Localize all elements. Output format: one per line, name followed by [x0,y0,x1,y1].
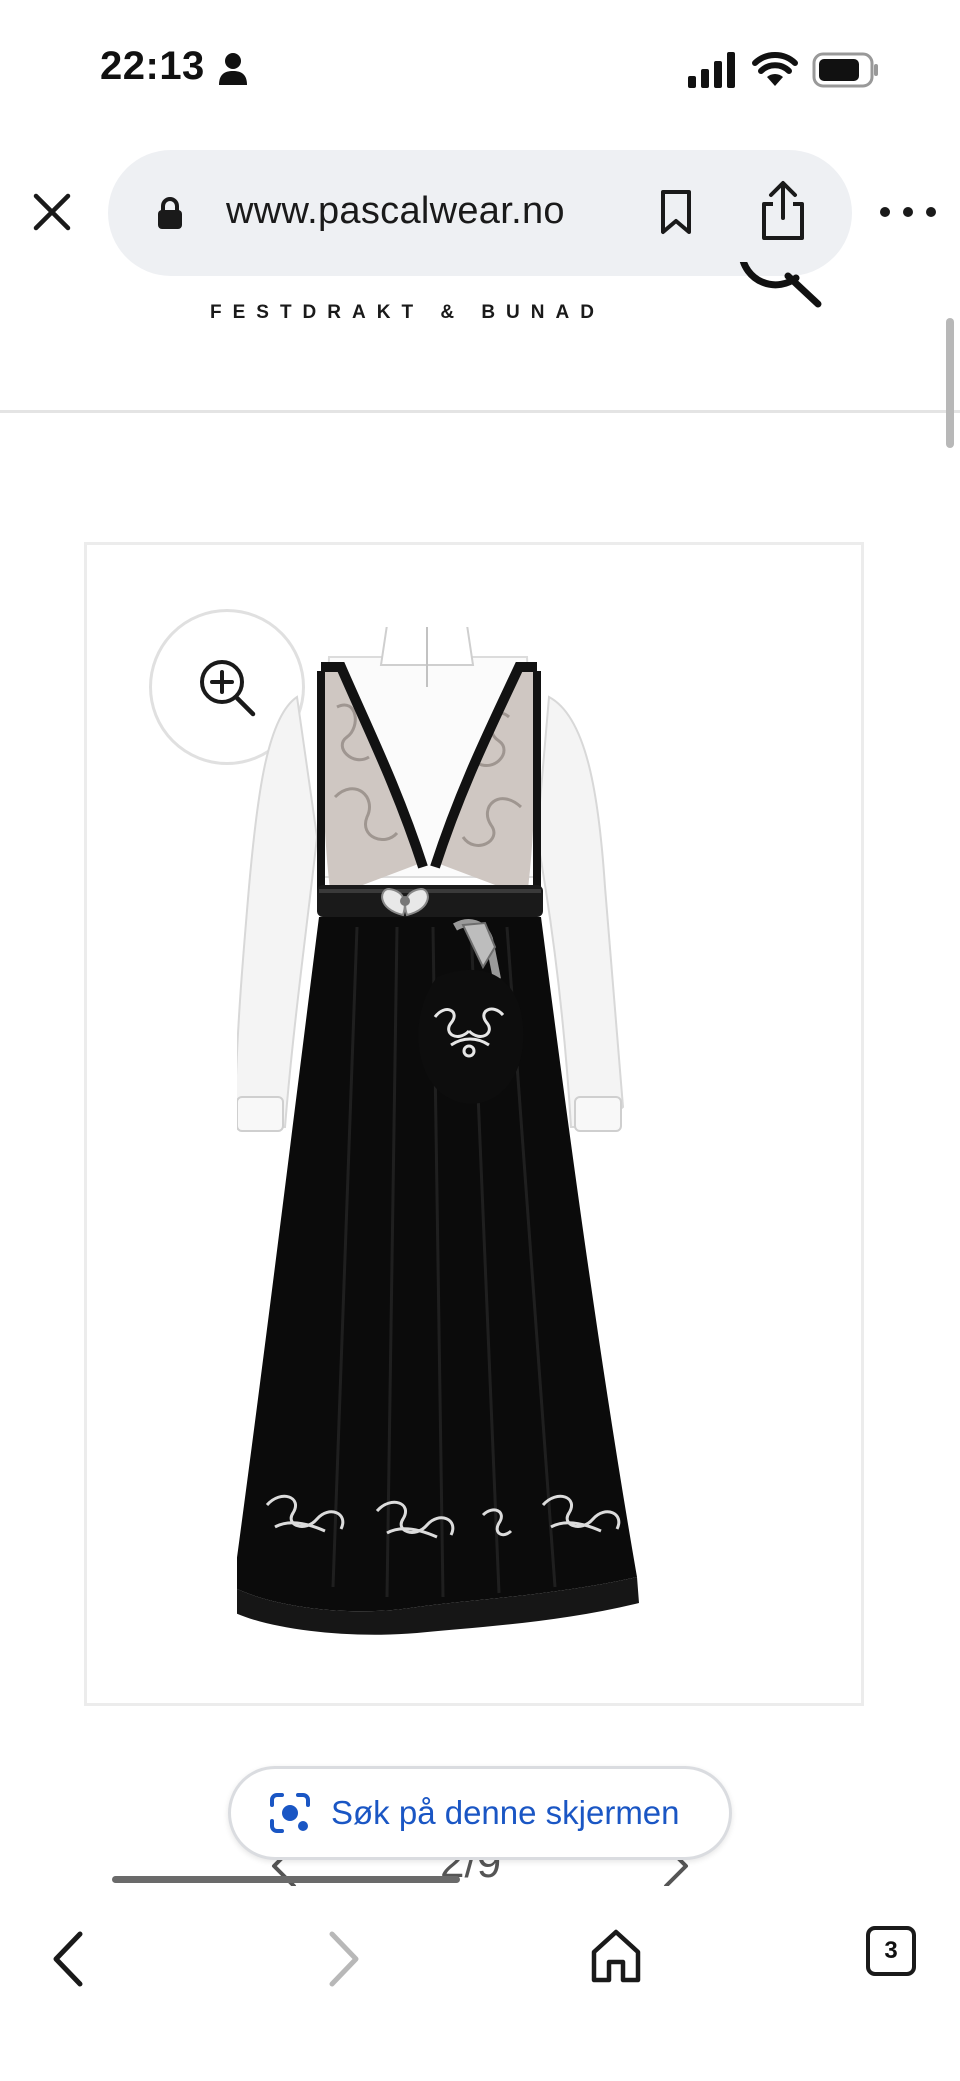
more-button[interactable] [880,196,936,228]
bottom-toolbar: 3 [0,1886,960,2081]
share-icon[interactable] [758,180,808,242]
search-screen-button[interactable]: Søk på denne skjermen [228,1766,732,1860]
wifi-icon [752,52,798,86]
url-text[interactable]: www.pascalwear.no [226,190,565,233]
home-icon[interactable] [590,1928,642,1984]
bunad-image [237,627,639,1635]
search-screen-label: Søk på denne skjermen [331,1794,680,1831]
forward-icon[interactable] [322,1928,366,1990]
lens-icon [270,1793,310,1833]
battery-icon [812,52,878,88]
person-icon [219,53,247,85]
close-icon [33,193,71,231]
more-dot [903,207,913,217]
url-bar[interactable]: www.pascalwear.no [108,150,852,276]
tabs-icon[interactable]: 3 [866,1926,916,1976]
header-divider [0,410,960,413]
close-button[interactable] [28,188,76,236]
back-icon[interactable] [46,1928,90,1990]
tab-count: 3 [884,1937,898,1964]
scroll-indicator[interactable] [946,318,954,448]
more-dot [926,207,936,217]
more-dot [880,207,890,217]
status-time: 22:13 [100,44,205,88]
home-indicator [112,1876,460,1883]
status-bar: 22:13 [0,0,960,140]
lock-icon [158,197,182,229]
search-icon[interactable] [732,262,828,314]
product-image-frame[interactable] [84,542,864,1706]
site-tagline: FESTDRAKT & BUNAD [210,302,605,323]
signal-icon [688,52,735,88]
bookmark-icon[interactable] [656,188,696,236]
